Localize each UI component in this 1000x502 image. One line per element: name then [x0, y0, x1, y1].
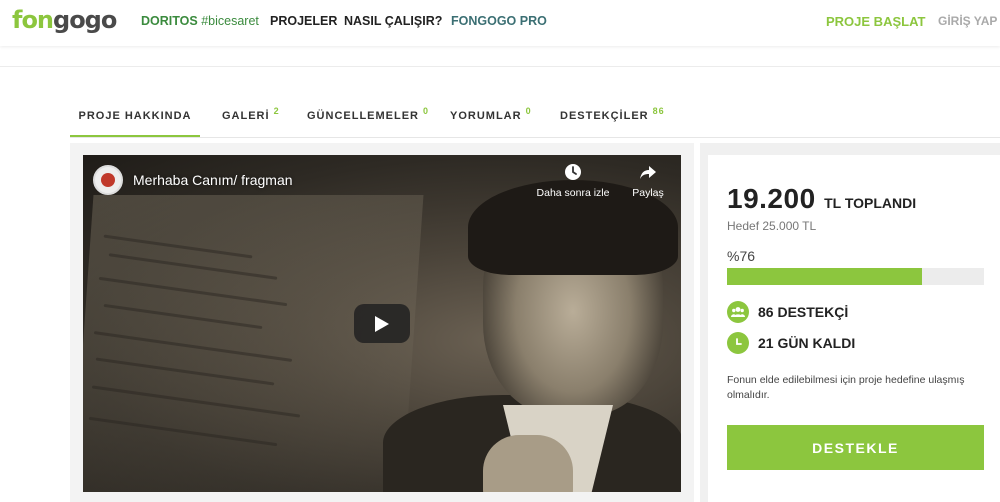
tab-label: YORUMLAR [450, 110, 522, 122]
fongogo-logo[interactable]: fongogo [12, 6, 117, 34]
video-player[interactable]: Merhaba Canım/ fragman Daha sonra izle P… [83, 155, 681, 492]
progress-bar-fill [727, 268, 923, 285]
share-arrow-icon [640, 166, 656, 179]
thumbnail-figure-hand [483, 435, 573, 492]
funding-notice: Fonun elde edilebilmesi için proje hedef… [727, 374, 965, 401]
play-button[interactable] [354, 304, 410, 343]
tab-count: 0 [423, 106, 430, 117]
tab-count: 86 [652, 106, 665, 117]
tabs-divider [70, 137, 1000, 138]
start-project-link[interactable]: PROJE BAŞLAT [826, 14, 925, 29]
login-link[interactable]: GİRİŞ YAP [938, 14, 997, 28]
header-divider [0, 66, 1000, 67]
watch-later-button[interactable]: Daha sonra izle [533, 163, 613, 199]
nav-projects[interactable]: PROJELER [270, 14, 337, 28]
clock-icon [565, 164, 581, 180]
tab-label: DESTEKÇİLER [560, 110, 649, 122]
users-icon [727, 301, 749, 323]
logo-part-1: fon [12, 6, 54, 34]
raised-label: TL TOPLANDI [824, 195, 917, 211]
tab-label: GÜNCELLEMELER [307, 110, 419, 122]
goal-text: Hedef 25.000 TL [727, 219, 817, 233]
tab-count: 0 [525, 106, 532, 117]
raised-amount: 19.200 [727, 183, 816, 214]
share-button[interactable]: Paylaş [623, 163, 673, 199]
percent-text: %76 [727, 248, 756, 264]
share-label: Paylaş [632, 187, 664, 199]
tab-comments[interactable]: YORUMLAR 0 [450, 98, 532, 138]
channel-avatar[interactable] [93, 165, 123, 195]
nav-sponsor-link[interactable]: DORITOS #bicesaret [141, 14, 259, 28]
nav-how-it-works[interactable]: NASIL ÇALIŞIR? [344, 14, 442, 28]
clock-icon [727, 332, 749, 354]
play-icon [375, 315, 389, 332]
tab-about[interactable]: PROJE HAKKINDA [70, 98, 200, 138]
supporters-stat: 86 DESTEKÇİ [727, 300, 848, 324]
tab-gallery[interactable]: GALERİ 2 [222, 98, 280, 138]
tab-count: 2 [273, 106, 280, 117]
raised-summary: 19.200 TL TOPLANDI [727, 183, 916, 215]
sponsor-brand: DORITOS [141, 14, 198, 28]
tab-label: GALERİ [222, 110, 270, 122]
days-left-text: 21 GÜN KALDI [758, 335, 856, 351]
watch-later-label: Daha sonra izle [536, 187, 610, 199]
days-left-stat: 21 GÜN KALDI [727, 331, 855, 355]
progress-bar [727, 268, 984, 285]
logo-part-2: gogo [53, 6, 117, 34]
video-title[interactable]: Merhaba Canım/ fragman [133, 172, 293, 188]
nav-fongogo-pro[interactable]: FONGOGO PRO [451, 14, 547, 28]
tab-label: PROJE HAKKINDA [78, 110, 192, 122]
supporters-count: 86 DESTEKÇİ [758, 304, 849, 320]
back-project-button[interactable]: DESTEKLE [727, 425, 984, 470]
sponsor-tag: #bicesaret [201, 14, 259, 28]
tab-supporters[interactable]: DESTEKÇİLER 86 [560, 98, 665, 138]
site-header: fongogo DORITOS #bicesaret PROJELER NASI… [0, 0, 1000, 46]
tab-updates[interactable]: GÜNCELLEMELER 0 [307, 98, 429, 138]
